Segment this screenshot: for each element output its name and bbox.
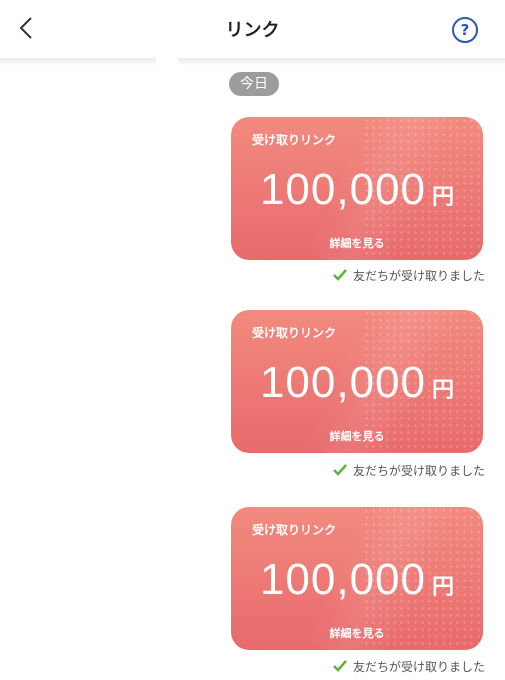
card-label: 受け取りリンク — [252, 326, 337, 340]
status-text: 友だちが受け取りました — [352, 268, 485, 283]
header-divider-right — [178, 58, 505, 66]
view-details-link[interactable]: 詳細を見る — [231, 428, 483, 444]
status-text: 友だちが受け取りました — [352, 659, 485, 674]
check-icon — [333, 660, 347, 672]
received-status: 友だちが受け取りました — [333, 461, 485, 479]
card-amount: 100,000 円 — [231, 555, 483, 605]
amount-unit: 円 — [432, 378, 455, 403]
amount-unit: 円 — [432, 575, 455, 600]
question-circle-icon: ? — [460, 21, 470, 39]
status-text: 友だちが受け取りました — [352, 463, 485, 478]
received-status: 友だちが受け取りました — [333, 266, 485, 284]
amount-value: 100,000 — [259, 165, 427, 214]
header: リンク ? — [0, 0, 505, 58]
amount-unit: 円 — [432, 185, 455, 210]
card-label: 受け取りリンク — [252, 133, 337, 147]
link-card[interactable]: 受け取りリンク 100,000 円 詳細を見る — [231, 310, 483, 453]
link-card[interactable]: 受け取りリンク 100,000 円 詳細を見る — [231, 507, 483, 650]
amount-value: 100,000 — [259, 358, 427, 407]
view-details-link[interactable]: 詳細を見る — [231, 625, 483, 641]
page-title: リンク — [225, 20, 280, 41]
header-divider-left — [0, 58, 156, 66]
check-icon — [333, 269, 347, 281]
date-chip: 今日 — [229, 72, 279, 96]
link-card[interactable]: 受け取りリンク 100,000 円 詳細を見る — [231, 117, 483, 260]
card-label: 受け取りリンク — [252, 523, 337, 537]
help-button[interactable]: ? — [452, 17, 478, 43]
received-status: 友だちが受け取りました — [333, 657, 485, 675]
view-details-link[interactable]: 詳細を見る — [231, 235, 483, 251]
amount-value: 100,000 — [259, 555, 427, 604]
card-amount: 100,000 円 — [231, 165, 483, 215]
check-icon — [333, 464, 347, 476]
card-amount: 100,000 円 — [231, 358, 483, 408]
